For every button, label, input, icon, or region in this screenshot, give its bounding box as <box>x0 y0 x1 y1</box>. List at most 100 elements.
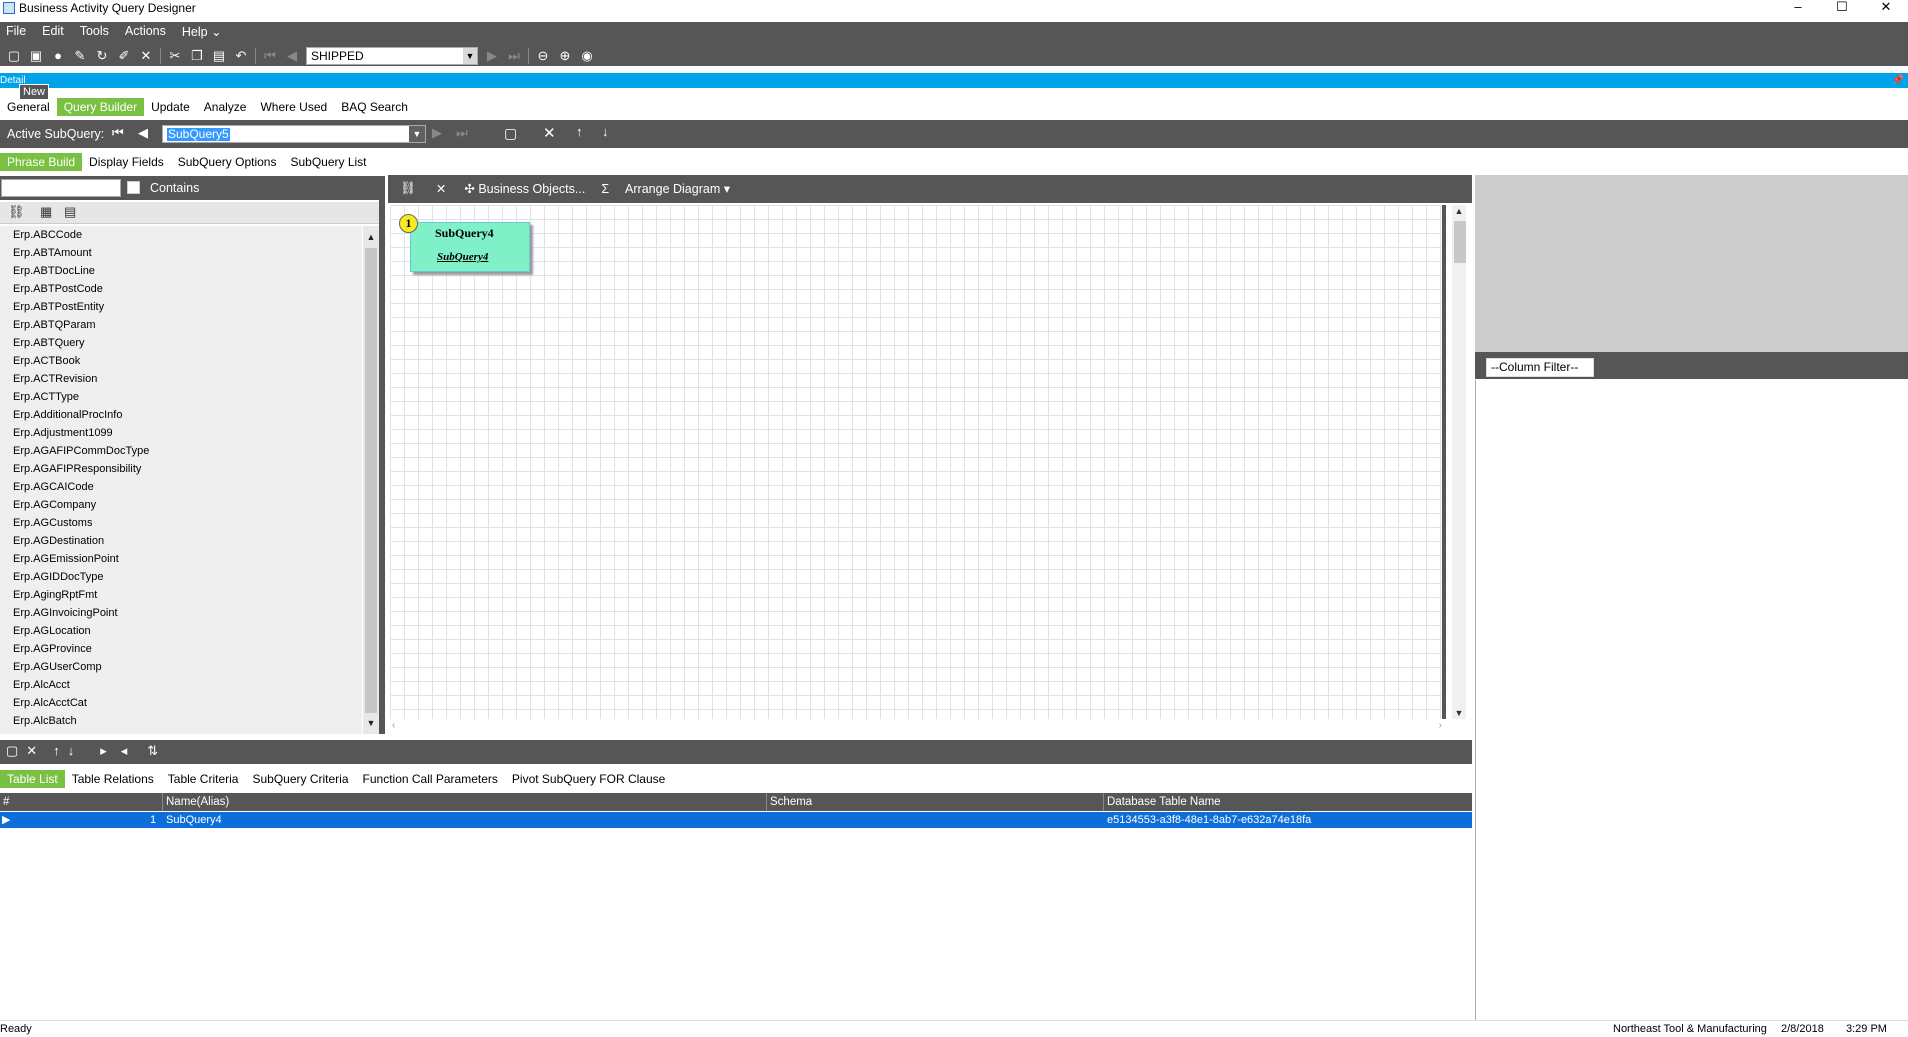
key-field-combo[interactable]: SHIPPED ▼ <box>306 47 478 65</box>
column-header-num[interactable]: # <box>0 793 162 811</box>
next-subquery-icon[interactable]: ▶ <box>432 125 442 141</box>
delete-icon[interactable]: ✕ <box>135 46 157 66</box>
sum-button[interactable]: Σ <box>601 182 609 196</box>
prev-record-icon[interactable]: ◀ <box>281 46 303 66</box>
list-item[interactable]: Erp.ABTQuery <box>0 334 362 352</box>
tab-where-used[interactable]: Where Used <box>253 98 334 116</box>
menu-file[interactable]: File <box>6 24 26 39</box>
menu-tools[interactable]: Tools <box>80 24 109 39</box>
move-down-icon[interactable]: ↓ <box>602 124 609 139</box>
business-objects-button[interactable]: ✣ Business Objects... <box>464 181 585 196</box>
tab-subquery-list[interactable]: SubQuery List <box>283 153 373 171</box>
list-item[interactable]: Erp.AgingRptFmt <box>0 586 362 604</box>
scrollbar-thumb[interactable] <box>1454 221 1466 263</box>
list-item[interactable]: Erp.AlcAcctCat <box>0 694 362 712</box>
tab-baq-search[interactable]: BAQ Search <box>334 98 415 116</box>
scroll-right-icon[interactable]: › <box>1439 719 1442 733</box>
grid-icon[interactable]: ▦ <box>40 204 52 220</box>
last-subquery-icon[interactable]: ⏭ <box>456 125 468 141</box>
paste-icon[interactable]: ▤ <box>208 46 230 66</box>
clear-icon[interactable]: ✐ <box>113 46 135 66</box>
link-icon[interactable]: ⛓ <box>8 204 25 220</box>
list-item[interactable]: Erp.ABTDocLine <box>0 262 362 280</box>
new-subquery-icon[interactable]: ▢ <box>504 125 517 142</box>
list-item[interactable]: Erp.AGCAICode <box>0 478 362 496</box>
table-row[interactable]: ▶ 1 SubQuery4 e5134553-a3f8-48e1-8ab7-e6… <box>0 812 1472 828</box>
minimize-button[interactable]: – <box>1776 0 1820 16</box>
move-up-icon[interactable]: ↑ <box>576 124 583 139</box>
diagram-canvas[interactable] <box>390 205 1444 719</box>
list-item[interactable]: Erp.AdditionalProcInfo <box>0 406 362 424</box>
link-icon[interactable]: ⛓ <box>400 181 416 196</box>
tab-table-criteria[interactable]: Table Criteria <box>161 770 246 788</box>
last-record-icon[interactable]: ⏭ <box>503 46 525 66</box>
forward-icon[interactable]: ⊕ <box>554 46 576 66</box>
new-icon[interactable]: ▢ <box>3 46 25 66</box>
first-subquery-icon[interactable]: ⏮ <box>112 125 124 141</box>
tab-function-call-parameters[interactable]: Function Call Parameters <box>356 770 505 788</box>
move-up-icon[interactable]: ↑ <box>53 743 60 759</box>
tab-analyze[interactable]: Analyze <box>197 98 254 116</box>
column-header-db-table[interactable]: Database Table Name <box>1103 793 1472 811</box>
menu-actions[interactable]: Actions <box>125 24 166 39</box>
canvas-vertical-scrollbar[interactable]: ▲ ▼ <box>1446 205 1472 719</box>
tab-pivot-subquery[interactable]: Pivot SubQuery FOR Clause <box>505 770 672 788</box>
tab-general[interactable]: General <box>0 98 57 116</box>
expand-icon[interactable]: ▸ <box>100 743 107 759</box>
column-header-name[interactable]: Name(Alias) <box>162 793 766 811</box>
list-item[interactable]: Erp.AGAFIPResponsibility <box>0 460 362 478</box>
comment-icon[interactable]: ● <box>47 46 69 66</box>
scroll-up-icon[interactable]: ▲ <box>1452 205 1466 217</box>
column-filter-combo[interactable]: --Column Filter-- <box>1486 358 1594 377</box>
chevron-down-icon[interactable]: ▼ <box>409 126 425 142</box>
copy-icon[interactable]: ❐ <box>186 46 208 66</box>
list-item[interactable]: Erp.AGCustoms <box>0 514 362 532</box>
pin-icon[interactable]: 📌 <box>1892 73 1904 88</box>
scrollbar-thumb[interactable] <box>365 248 377 713</box>
prev-subquery-icon[interactable]: ◀ <box>138 125 148 141</box>
scroll-down-icon[interactable]: ▼ <box>1452 707 1466 719</box>
close-button[interactable]: ✕ <box>1864 0 1908 16</box>
list-item[interactable]: Erp.AGLocation <box>0 622 362 640</box>
list-item[interactable]: Erp.AlcBatch <box>0 712 362 730</box>
list-item[interactable]: Erp.ACTType <box>0 388 362 406</box>
new-row-icon[interactable]: ▢ <box>6 743 18 759</box>
first-record-icon[interactable]: ⏮ <box>259 46 281 66</box>
list-item[interactable]: Erp.ABTQParam <box>0 316 362 334</box>
list-item[interactable]: Erp.AGProvince <box>0 640 362 658</box>
delete-row-icon[interactable]: ✕ <box>26 743 37 759</box>
list-item[interactable]: Erp.AGEmissionPoint <box>0 550 362 568</box>
list-item[interactable]: Erp.ABTPostCode <box>0 280 362 298</box>
tab-display-fields[interactable]: Display Fields <box>82 153 171 171</box>
scroll-up-icon[interactable]: ▲ <box>363 230 379 244</box>
delete-icon[interactable]: ✕ <box>436 181 446 196</box>
maximize-button[interactable]: ☐ <box>1820 0 1864 16</box>
cut-icon[interactable]: ✂ <box>164 46 186 66</box>
list-item[interactable]: Erp.ACTBook <box>0 352 362 370</box>
list-item[interactable]: Erp.Adjustment1099 <box>0 424 362 442</box>
tab-table-relations[interactable]: Table Relations <box>65 770 161 788</box>
collapse-icon[interactable]: ◂ <box>121 743 128 759</box>
tab-query-builder[interactable]: Query Builder <box>56 98 145 116</box>
list-item[interactable]: Erp.ABCCode <box>0 226 362 244</box>
canvas-horizontal-scrollbar[interactable]: ‹ › <box>390 719 1472 733</box>
menu-help[interactable]: Help ⌄ <box>182 24 222 39</box>
menu-edit[interactable]: Edit <box>42 24 64 39</box>
list-item[interactable]: Erp.AGAFIPCommDocType <box>0 442 362 460</box>
list-item[interactable]: Erp.AlcAcct <box>0 676 362 694</box>
scroll-left-icon[interactable]: ‹ <box>392 719 395 733</box>
column-header-schema[interactable]: Schema <box>766 793 1103 811</box>
list-item[interactable]: Erp.AGDestination <box>0 532 362 550</box>
back-icon[interactable]: ⊖ <box>532 46 554 66</box>
list-item[interactable]: Erp.ABTAmount <box>0 244 362 262</box>
tab-subquery-options[interactable]: SubQuery Options <box>171 153 284 171</box>
chevron-down-icon[interactable]: ▼ <box>463 48 477 64</box>
calculator-icon[interactable]: ▤ <box>64 204 76 220</box>
list-item[interactable]: Erp.AGIDDocType <box>0 568 362 586</box>
undo-icon[interactable]: ↶ <box>230 46 252 66</box>
home-icon[interactable]: ◉ <box>576 46 598 66</box>
list-item[interactable]: Erp.ABTPostEntity <box>0 298 362 316</box>
attach-icon[interactable]: ✎ <box>69 46 91 66</box>
contains-checkbox[interactable] <box>127 181 140 194</box>
list-item[interactable]: Erp.ACTRevision <box>0 370 362 388</box>
